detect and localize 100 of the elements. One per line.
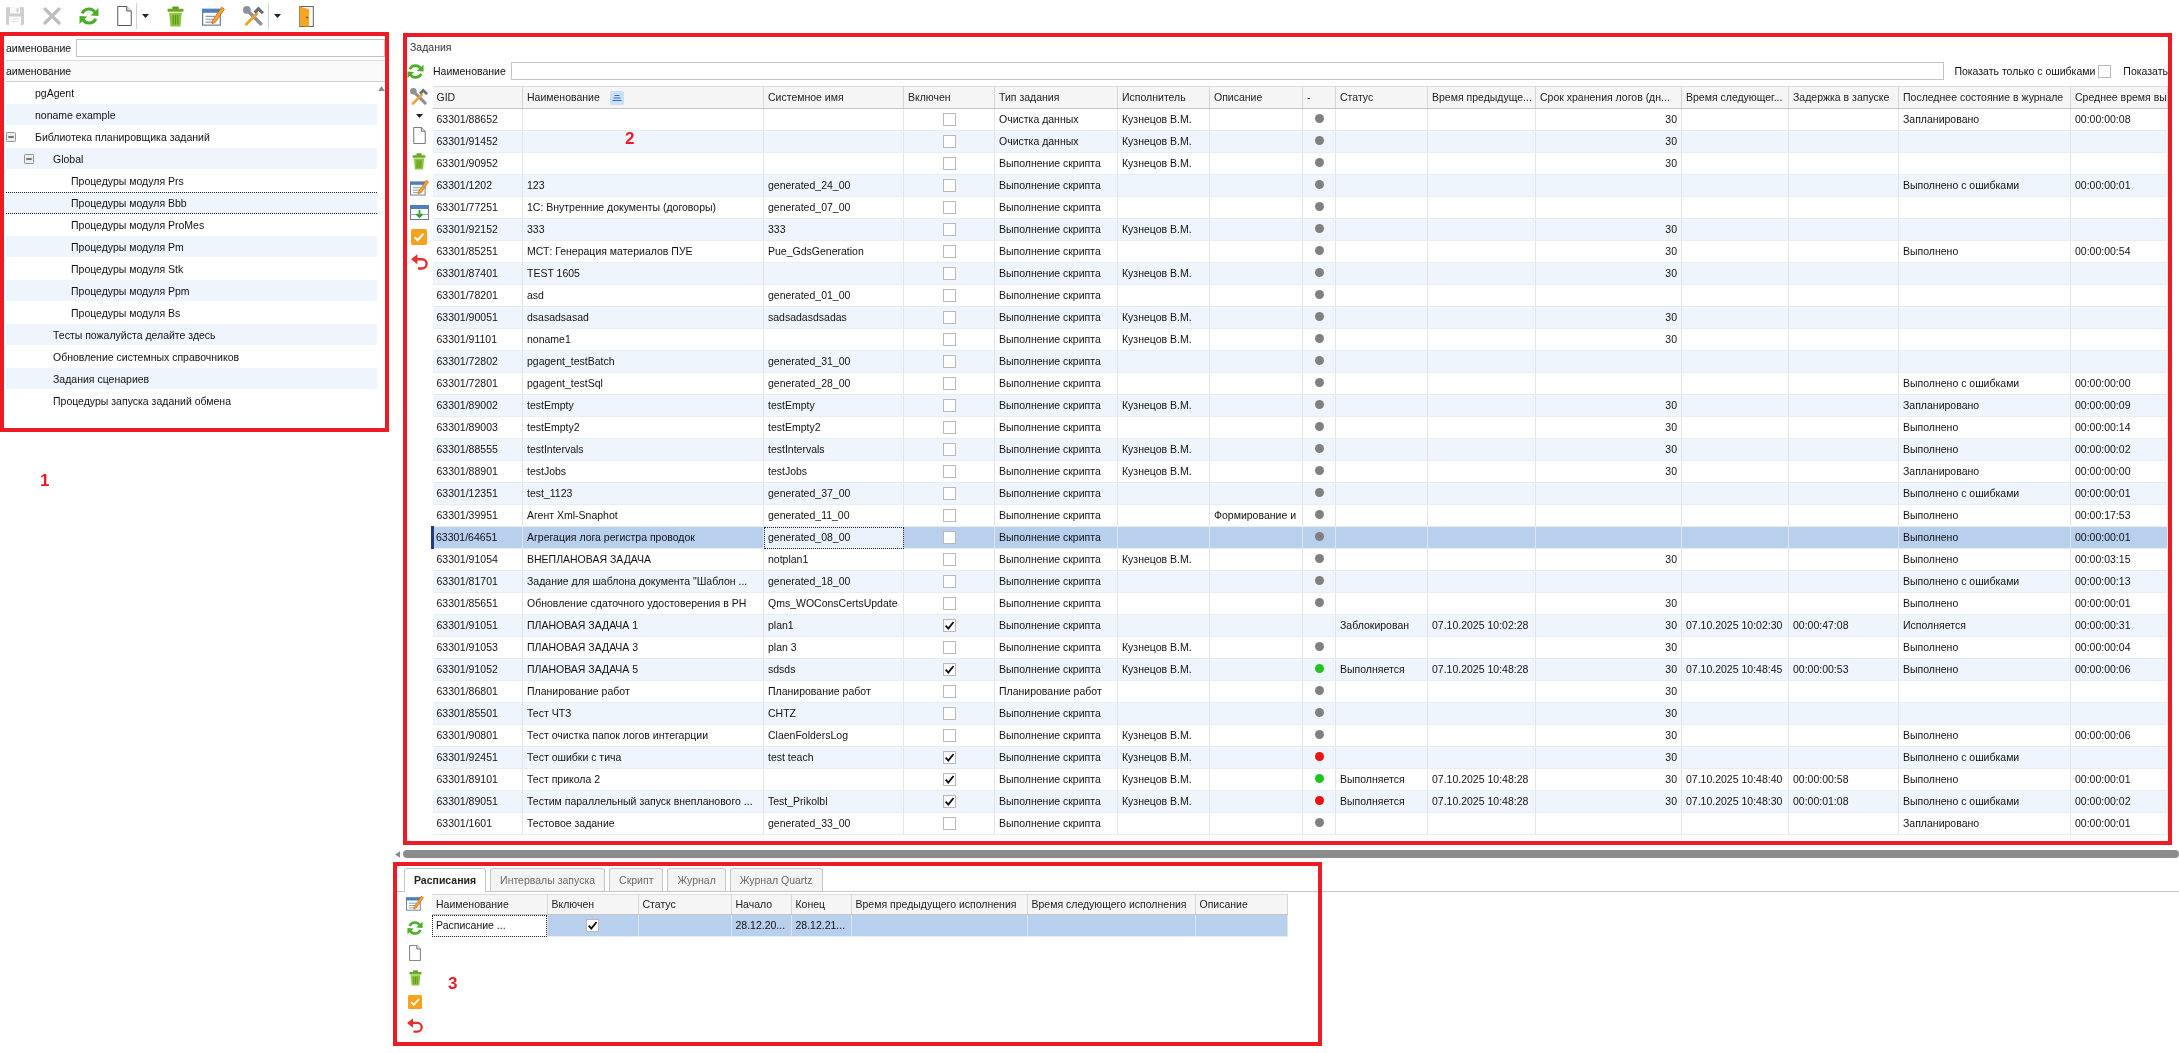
collapse-icon[interactable]: [24, 154, 34, 164]
table-row[interactable]: 63301/91054 ВНЕПЛАНОВАЯ ЗАДАЧА notplan1 Выполнение скрипта Кузнецов В.М. 30 Выполнено 00:00:03:15: [432, 548, 2168, 571]
table-row[interactable]: 63301/12351 test_1123 generated_37_00 Выполнение скрипта Выполнено с ошибками 00:00:00:01: [432, 482, 2168, 505]
table-row[interactable]: 63301/85651 Обновление сдаточного удостоверения в РН Qms_WOConsCertsUpdate Выполнение скрипта 30 Выполнено 00:00:00:01: [432, 592, 2168, 615]
column-header[interactable]: Среднее время вы: [2070, 86, 2168, 109]
edit-icon[interactable]: [409, 179, 429, 196]
column-header[interactable]: Статус: [1335, 86, 1428, 109]
table-row[interactable]: 63301/92451 Тест ошибки с тича test teach Выполнение скрипта Кузнецов В.М. 30 Выполнено с ошибками: [432, 746, 2168, 769]
column-header[interactable]: Описание: [1209, 86, 1303, 109]
column-header[interactable]: Последнее состояние в журнале: [1898, 86, 2071, 109]
caret-icon[interactable]: [142, 14, 149, 18]
table-row[interactable]: 63301/77251 1С: Внутренние документы (договоры) generated_07_00 Выполнение скрипта: [432, 196, 2168, 219]
table-row[interactable]: 63301/64651 Агрегация лога регистра проводок generated_08_00 Выполнение скрипта Выполнено 00:00:00:01: [432, 526, 2168, 549]
checkbox[interactable]: [942, 113, 956, 127]
column-header[interactable]: Наименование: [432, 894, 547, 915]
edit-icon[interactable]: [406, 895, 424, 911]
table-row[interactable]: 63301/90801 Тест очистка папок логов интегарции ClaenFoldersLog Выполнение скрипта Кузнецов В.М. 30 Выполнено 00:00:00:06: [432, 724, 2168, 747]
checkbox[interactable]: [942, 267, 956, 281]
checkbox[interactable]: [942, 685, 956, 699]
undo-icon[interactable]: [410, 254, 428, 270]
checkbox[interactable]: [942, 179, 956, 193]
tree-item[interactable]: Global: [6, 148, 377, 170]
checkbox[interactable]: [942, 553, 956, 567]
table-row[interactable]: 63301/90952 Выполнение скрипта Кузнецов В.М. 30: [432, 152, 2168, 175]
table-row[interactable]: 63301/88555 testIntervals testIntervals Выполнение скрипта Кузнецов В.М. 30 Выполнено 00:00:00:02: [432, 438, 2168, 461]
scrollbar-thumb[interactable]: [403, 850, 2179, 858]
checkbox[interactable]: [942, 421, 956, 435]
checkbox[interactable]: [2098, 64, 2112, 78]
table-row[interactable]: 63301/81701 Задание для шаблона документа "Шаблон ... generated_18_00 Выполнение скрипта Выполнено с ошибками 00:00:00:13: [432, 570, 2168, 593]
document-icon[interactable]: [412, 127, 426, 144]
table-row[interactable]: 63301/91101 noname1 Выполнение скрипта Кузнецов В.М. 30: [432, 328, 2168, 351]
column-header[interactable]: Статус: [638, 894, 731, 915]
column-header[interactable]: Время предыдущего исполнения: [851, 894, 1027, 915]
checkbox[interactable]: [942, 751, 956, 765]
table-row[interactable]: 63301/86801 Планирование работ Планирование работ Планирование работ 30: [432, 680, 2168, 703]
column-header[interactable]: Исполнитель: [1117, 86, 1210, 109]
checkbox[interactable]: [942, 377, 956, 391]
checkbox[interactable]: [942, 333, 956, 347]
table-row[interactable]: 63301/92152 333 333 Выполнение скрипта Кузнецов В.М. 30: [432, 218, 2168, 241]
column-header[interactable]: Начало: [731, 894, 791, 915]
table-row[interactable]: 63301/91051 ПЛАНОВАЯ ЗАДАЧА 1 plan1 Выполнение скрипта Заблокирован 07.10.2025 10:02:28 30 07.10.2025 10:02:30 00:00:47:08 Исполняется 00:00:00:31: [432, 614, 2168, 637]
document-icon[interactable]: [117, 6, 132, 26]
checkbox[interactable]: [942, 289, 956, 303]
caret-icon[interactable]: [274, 14, 281, 18]
checkbox[interactable]: [942, 531, 956, 545]
checkbox[interactable]: [942, 487, 956, 501]
checkbox[interactable]: [942, 465, 956, 479]
document-icon[interactable]: [409, 945, 421, 961]
tree-item[interactable]: Процедуры модуля Ppm: [6, 280, 377, 302]
column-header[interactable]: Конец: [791, 894, 851, 915]
check-square-icon[interactable]: [408, 995, 422, 1009]
add-row-icon[interactable]: [409, 205, 429, 220]
tools-icon[interactable]: [410, 88, 428, 105]
column-header[interactable]: Включен: [547, 894, 638, 915]
trash-icon[interactable]: [412, 153, 426, 170]
checkbox[interactable]: [942, 509, 956, 523]
column-header[interactable]: -: [1302, 86, 1336, 109]
column-header[interactable]: Системное имя: [763, 86, 904, 109]
table-row[interactable]: Расписание ... 28.12.20... 28.12.21...: [432, 914, 1287, 937]
checkbox[interactable]: [586, 919, 599, 933]
scroll-up-icon[interactable]: [378, 86, 385, 91]
checkbox[interactable]: [942, 443, 956, 457]
column-header[interactable]: Тип задания: [994, 86, 1118, 109]
filter-field[interactable]: [510, 62, 1945, 80]
tab[interactable]: Скрипт: [609, 868, 664, 891]
sort-icon[interactable]: [609, 90, 624, 105]
checkbox[interactable]: [942, 817, 956, 831]
table-row[interactable]: 63301/78201 asd generated_01_00 Выполнение скрипта: [432, 284, 2168, 307]
table-row[interactable]: 63301/1202 123 generated_24_00 Выполнение скрипта Выполнено с ошибками 00:00:00:01: [432, 174, 2168, 197]
table-row[interactable]: 63301/89002 testEmpty testEmpty Выполнение скрипта Кузнецов В.М. 30 Запланировано 00:00:00:09: [432, 394, 2168, 417]
table-row[interactable]: 63301/91052 ПЛАНОВАЯ ЗАДАЧА 5 sdsds Выполнение скрипта Кузнецов В.М. Выполняется 07.10.2025 10:48:28 30 07.10.2025 10:48:45 00:00:00:53 Выполнено 00:00:00:06: [432, 658, 2168, 681]
tree-item[interactable]: Задания сценариев: [6, 368, 377, 390]
caret-icon[interactable]: [415, 114, 423, 118]
trash-icon[interactable]: [408, 970, 422, 986]
door-icon[interactable]: [299, 5, 314, 27]
tree-item[interactable]: noname example: [6, 104, 377, 126]
table-row[interactable]: 63301/72802 pgagent_testBatch generated_31_00 Выполнение скрипта: [432, 350, 2168, 373]
checkbox[interactable]: [942, 223, 956, 237]
table-row[interactable]: 63301/88901 testJobs testJobs Выполнение скрипта Кузнецов В.М. 30 Запланировано 00:00:00:00: [432, 460, 2168, 483]
tree-item[interactable]: Процедуры модуля Bbb: [6, 192, 377, 214]
checkbox[interactable]: [942, 597, 956, 611]
tree-item[interactable]: Процедуры запуска заданий обмена: [6, 390, 377, 412]
table-row[interactable]: 63301/89003 testEmpty2 testEmpty2 Выполнение скрипта 30 Выполнено 00:00:00:14: [432, 416, 2168, 439]
tab[interactable]: Интервалы запуска: [490, 868, 606, 891]
collapse-icon[interactable]: [6, 132, 16, 142]
tab[interactable]: Расписания: [404, 868, 487, 892]
checkbox[interactable]: [942, 575, 956, 589]
column-header[interactable]: аименование: [6, 60, 385, 82]
column-header[interactable]: Время следующего исполнения: [1027, 894, 1195, 915]
checkbox[interactable]: [942, 355, 956, 369]
tab[interactable]: Журнал: [667, 868, 726, 891]
edit-icon[interactable]: [202, 6, 225, 26]
table-row[interactable]: 63301/90051 dsasadsasad sadsadasdsadas Выполнение скрипта Кузнецов В.М. 30: [432, 306, 2168, 329]
checkbox[interactable]: [942, 399, 956, 413]
table-row[interactable]: 63301/39951 Агент Xml-Snaphot generated_11_00 Выполнение скрипта Формирование и Выполнено 00:00:17:53: [432, 504, 2168, 527]
table-row[interactable]: 63301/91053 ПЛАНОВАЯ ЗАДАЧА 3 plan 3 Выполнение скрипта Кузнецов В.М. 30 Выполнено 00:00:00:04: [432, 636, 2168, 659]
checkbox[interactable]: [942, 641, 956, 655]
table-row[interactable]: 63301/1601 Тестовое задание generated_33_00 Выполнение скрипта Запланировано 00:00:00:01: [432, 812, 2168, 835]
checkbox[interactable]: [942, 773, 956, 787]
checkbox[interactable]: [942, 663, 956, 677]
